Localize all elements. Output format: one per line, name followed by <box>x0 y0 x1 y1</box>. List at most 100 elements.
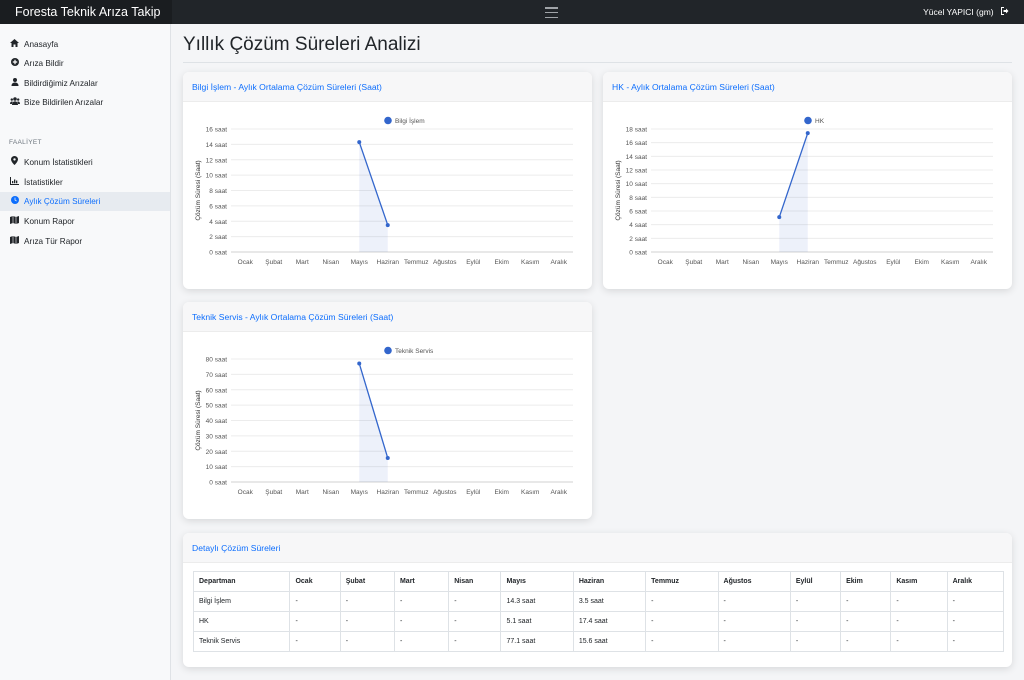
chart-card-bilgi-islem: Bilgi İşlem - Aylık Ortalama Çözüm Sürel… <box>183 72 592 289</box>
sidebar-item-aylik-cozum-sureleri[interactable]: Aylık Çözüm Süreleri <box>0 192 170 211</box>
home-icon <box>9 35 20 54</box>
chart-card-title: Teknik Servis - Aylık Ortalama Çözüm Sür… <box>183 302 592 332</box>
x-tick-label: Haziran <box>377 489 400 496</box>
legend-marker <box>804 116 812 125</box>
table-header-cell: Ocak <box>289 571 341 592</box>
table-header-cell: Departman <box>192 571 291 592</box>
y-tick-label: 6 saat <box>209 203 227 210</box>
table-cell: - <box>789 611 842 632</box>
y-axis-label: Çözüm Süresi (Saat) <box>615 160 622 220</box>
data-point <box>385 223 390 228</box>
table-cell: - <box>789 591 842 612</box>
table-cell: - <box>645 611 719 632</box>
y-tick-label: 50 saat <box>206 403 228 410</box>
app-title[interactable]: Foresta Teknik Arıza Takip <box>0 0 172 24</box>
line-chart-bilgi-islem: 0 saat 2 saat 4 saat 6 saat 8 saat 10 saat 12 … <box>195 116 573 266</box>
data-point <box>357 140 362 145</box>
legend-marker <box>384 116 392 125</box>
x-tick-label: Ekim <box>495 489 509 496</box>
chart-icon <box>9 173 20 192</box>
menu-toggle-icon[interactable] <box>545 7 558 19</box>
sidebar-item-konum-istatistikleri[interactable]: Konum İstatistikleri <box>0 153 170 172</box>
table-cell: - <box>645 591 719 612</box>
table-cell: 14.3 saat <box>500 591 574 612</box>
x-tick-label: Temmuz <box>404 489 429 496</box>
table-cell: - <box>717 591 791 612</box>
table-cell: - <box>946 611 1005 632</box>
x-tick-label: Temmuz <box>404 259 429 266</box>
sidebar-item-bildirdigimiz-arizalar[interactable]: Bildirdiğimiz Arızalar <box>0 74 170 93</box>
user-icon <box>9 74 20 93</box>
y-tick-label: 16 saat <box>206 127 228 134</box>
users-icon <box>9 93 20 112</box>
sidebar-item-konum-rapor[interactable]: Konum Rapor <box>0 212 170 231</box>
table-header-cell: Ağustos <box>717 571 791 592</box>
y-tick-label: 20 saat <box>206 449 228 456</box>
sidebar-item-bize-bildirilen-arizalar[interactable]: Bize Bildirilen Arızalar <box>0 93 170 112</box>
logout-icon[interactable] <box>1001 0 1010 24</box>
y-tick-label: 60 saat <box>206 387 228 394</box>
sidebar-item-ariza-tur-rapor[interactable]: Arıza Tür Rapor <box>0 232 170 251</box>
table-card-title: Detaylı Çözüm Süreleri <box>183 533 1012 563</box>
x-tick-label: Kasım <box>521 489 539 496</box>
table-cell: Bilgi İşlem <box>192 591 291 612</box>
detail-table: Departman Ocak Şubat Mart Nisan Mayıs Haziran T… <box>192 571 1005 652</box>
x-tick-label: Mayıs <box>351 489 369 496</box>
line-chart-hk: 0 saat 2 saat 4 saat 6 saat 8 saat 10 saat 12 … <box>615 116 993 266</box>
sidebar-item-label: Aylık Çözüm Süreleri <box>24 197 101 206</box>
x-tick-label: Eylül <box>886 259 901 266</box>
x-tick-label: Ocak <box>238 489 254 496</box>
clock-icon <box>9 192 20 211</box>
x-tick-label: Şubat <box>685 259 702 266</box>
table-cell: - <box>448 631 502 652</box>
y-tick-label: 18 saat <box>626 127 648 134</box>
x-tick-label: Haziran <box>797 259 820 266</box>
table-header-cell: Kasım <box>890 571 948 592</box>
y-tick-label: 30 saat <box>206 433 228 440</box>
sidebar-item-anasayfa[interactable]: Anasayfa <box>0 35 170 54</box>
table-row: HK - - - -5.1 saat 17.4 saat - - - - - - <box>192 611 1005 632</box>
table-cell: - <box>339 591 395 612</box>
plus-circle-icon <box>9 54 20 73</box>
x-tick-label: Kasım <box>941 259 959 266</box>
y-tick-label: 12 saat <box>626 168 648 175</box>
table-header-cell: Nisan <box>448 571 502 592</box>
table-cell: - <box>289 611 341 632</box>
table-cell: - <box>289 631 341 652</box>
x-tick-label: Mayıs <box>351 259 369 266</box>
sidebar-item-label: Bildirdiğimiz Arızalar <box>24 79 98 88</box>
table-row: Teknik Servis - - - -77.1 saat 15.6 saat - - - - -… <box>192 631 1005 652</box>
table-header-cell: Şubat <box>339 571 395 592</box>
table-cell: - <box>840 611 892 632</box>
sidebar-item-istatistikler[interactable]: İstatistikler <box>0 173 170 192</box>
table-cell: - <box>890 631 948 652</box>
table-header-cell: Aralık <box>946 571 1005 592</box>
detail-table-card: Detaylı Çözüm Süreleri Departman Ocak Şuba… <box>183 533 1012 667</box>
x-tick-label: Ocak <box>658 259 674 266</box>
map-icon <box>9 212 20 231</box>
x-tick-label: Nisan <box>742 259 759 266</box>
sidebar-item-ariza-bildir[interactable]: Arıza Bildir <box>0 54 170 73</box>
x-tick-label: Ağustos <box>853 259 877 266</box>
table-cell: 3.5 saat <box>572 591 647 612</box>
table-cell: - <box>393 631 450 652</box>
table-cell: 5.1 saat <box>500 611 574 632</box>
y-tick-label: 0 saat <box>209 250 227 257</box>
sidebar-item-label: Anasayfa <box>24 40 59 49</box>
map-pin-icon <box>9 153 20 172</box>
table-cell: - <box>789 631 842 652</box>
table-cell: - <box>840 631 892 652</box>
x-tick-label: Aralık <box>550 489 567 496</box>
table-cell: - <box>717 611 791 632</box>
y-tick-label: 2 saat <box>209 234 227 241</box>
table-header-cell: Eylül <box>789 571 842 592</box>
user-menu[interactable]: Yücel YAPICI (gm) <box>923 0 1010 24</box>
y-tick-label: 8 saat <box>209 188 227 195</box>
y-tick-label: 2 saat <box>629 236 647 243</box>
y-tick-label: 12 saat <box>206 157 228 164</box>
sidebar-item-label: Konum İstatistikleri <box>24 158 93 167</box>
series-area <box>359 363 388 482</box>
x-tick-label: Mart <box>716 259 729 266</box>
table-cell: - <box>448 611 502 632</box>
x-tick-label: Temmuz <box>824 259 849 266</box>
